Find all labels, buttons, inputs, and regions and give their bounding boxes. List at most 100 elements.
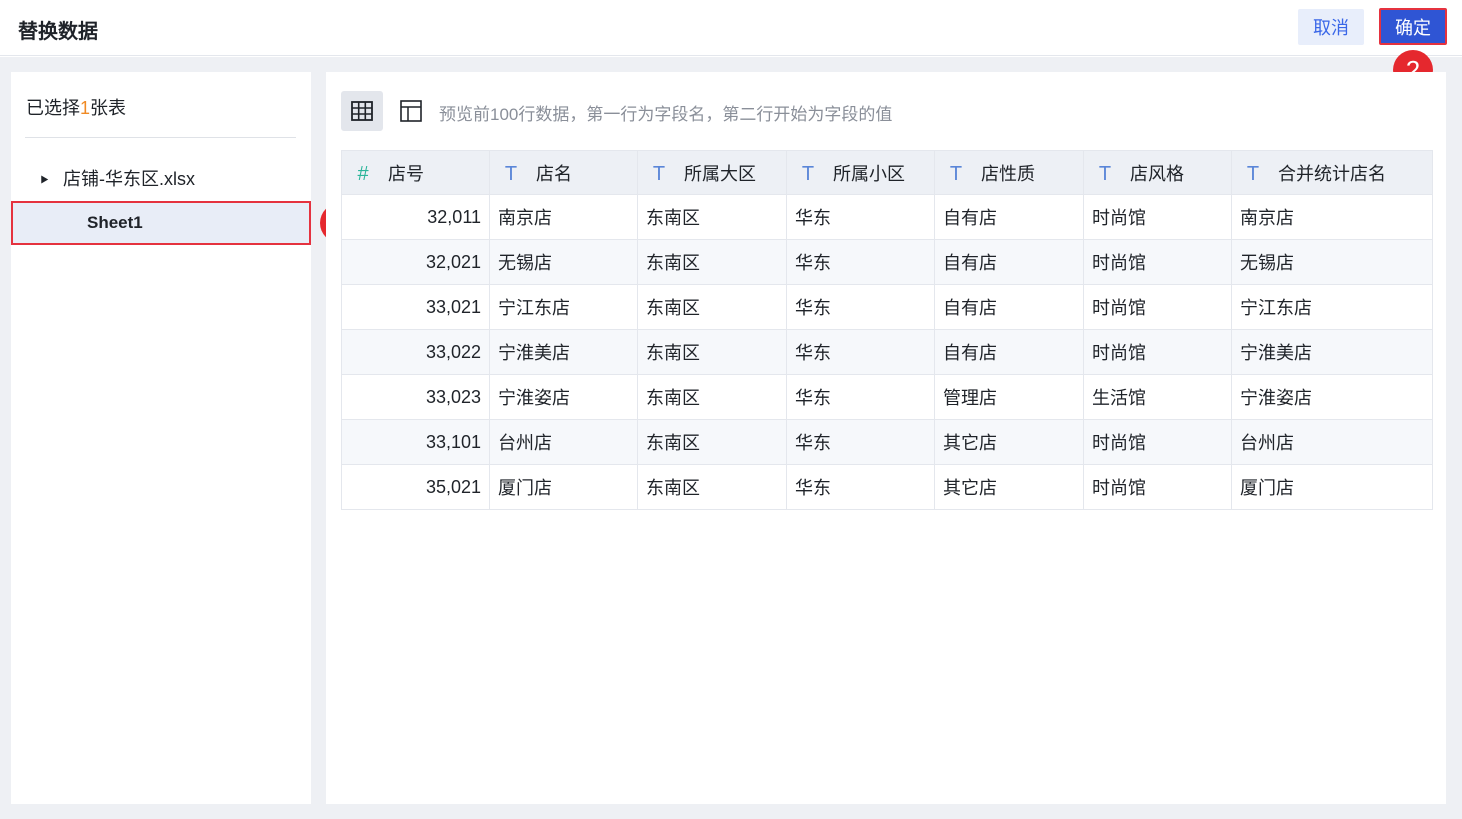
table-cell: 东南区 [637,239,787,285]
table-cell: 其它店 [934,464,1084,510]
column-header[interactable]: T 店风格 [1083,150,1232,195]
table-cell: 东南区 [637,284,787,330]
sheet-item-sheet1[interactable]: Sheet1 [11,201,311,245]
table-cell: 华东 [786,329,935,375]
column-header[interactable]: T 店性质 [934,150,1084,195]
text-type-icon: T [504,162,518,185]
column-header[interactable]: T 店名 [489,150,638,195]
table-cell: 宁淮姿店 [489,374,638,420]
layout-view-icon [400,100,422,122]
table-cell: 自有店 [934,329,1084,375]
table-cell: 时尚馆 [1083,194,1232,240]
table-cell: 华东 [786,464,935,510]
table-cell: 32,021 [341,239,490,285]
text-type-icon: T [949,162,963,185]
text-type-icon: T [1246,162,1260,185]
table-cell: 华东 [786,284,935,330]
table-row: 32,021 无锡店 东南区 华东 自有店 时尚馆 无锡店 [341,239,1433,285]
column-header[interactable]: T 所属小区 [786,150,935,195]
table-cell: 东南区 [637,464,787,510]
table-cell: 生活馆 [1083,374,1232,420]
divider [25,137,296,138]
number-type-icon: # [357,162,369,185]
selected-count-label: 已选择1张表 [26,94,126,120]
preview-table: # 店号 T 店名 T 所属大区 T 所属小区 T 店性质 T 店风格 T 合并统计店名 32,011 南京… [341,150,1433,510]
table-cell: 自有店 [934,194,1084,240]
table-cell: 东南区 [637,374,787,420]
table-cell: 东南区 [637,329,787,375]
table-cell: 33,023 [341,374,490,420]
column-header[interactable]: # 店号 [341,150,490,195]
table-cell: 厦门店 [1231,464,1433,510]
column-header-label: 店号 [388,163,424,184]
table-cell: 宁江东店 [1231,284,1433,330]
table-row: 33,023 宁淮姿店 东南区 华东 管理店 生活馆 宁淮姿店 [341,374,1433,420]
table-row: 35,021 厦门店 东南区 华东 其它店 时尚馆 厦门店 [341,464,1433,510]
table-cell: 台州店 [1231,419,1433,465]
preview-hint: 预览前100行数据，第一行为字段名，第二行开始为字段的值 [439,105,893,124]
preview-panel: 预览前100行数据，第一行为字段名，第二行开始为字段的值 # 店号 T 店名 T 所属大区… [326,72,1446,804]
table-cell: 33,021 [341,284,490,330]
table-row: 32,011 南京店 东南区 华东 自有店 时尚馆 南京店 [341,194,1433,240]
table-cell: 华东 [786,374,935,420]
tree-file-node[interactable]: 店铺-华东区.xlsx [37,165,195,191]
column-header-label: 店性质 [981,163,1035,184]
table-cell: 33,022 [341,329,490,375]
table-header-row: # 店号 T 店名 T 所属大区 T 所属小区 T 店性质 T 店风格 T 合并统计店名 [341,150,1433,195]
layout-view-button[interactable] [399,99,423,123]
table-cell: 33,101 [341,419,490,465]
table-cell: 宁淮美店 [489,329,638,375]
table-cell: 华东 [786,419,935,465]
table-cell: 无锡店 [1231,239,1433,285]
table-cell: 时尚馆 [1083,239,1232,285]
table-cell: 华东 [786,194,935,240]
dialog-title: 替换数据 [18,21,98,43]
table-cell: 东南区 [637,419,787,465]
table-cell: 管理店 [934,374,1084,420]
confirm-button[interactable]: 确定 [1379,8,1447,45]
column-header[interactable]: T 所属大区 [637,150,787,195]
table-body: 32,011 南京店 东南区 华东 自有店 时尚馆 南京店 32,021 无锡店 东南区 华东 自有店… [341,194,1433,510]
text-type-icon: T [652,162,666,185]
expand-caret-icon[interactable] [37,172,49,184]
table-cell: 宁江东店 [489,284,638,330]
grid-view-icon [351,101,373,121]
table-cell: 时尚馆 [1083,284,1232,330]
column-header-label: 所属小区 [833,163,905,184]
table-cell: 无锡店 [489,239,638,285]
table-cell: 35,021 [341,464,490,510]
column-header-label: 合并统计店名 [1278,163,1386,184]
table-row: 33,022 宁淮美店 东南区 华东 自有店 时尚馆 宁淮美店 [341,329,1433,375]
selected-prefix: 已选择 [26,98,80,118]
table-row: 33,021 宁江东店 东南区 华东 自有店 时尚馆 宁江东店 [341,284,1433,330]
table-cell: 时尚馆 [1083,419,1232,465]
table-cell: 32,011 [341,194,490,240]
table-cell: 宁淮美店 [1231,329,1433,375]
table-cell: 南京店 [1231,194,1433,240]
table-cell: 自有店 [934,284,1084,330]
table-cell: 台州店 [489,419,638,465]
table-row: 33,101 台州店 东南区 华东 其它店 时尚馆 台州店 [341,419,1433,465]
text-type-icon: T [801,162,815,185]
column-header[interactable]: T 合并统计店名 [1231,150,1433,195]
selected-suffix: 张表 [90,98,127,118]
table-cell: 华东 [786,239,935,285]
text-type-icon: T [1098,162,1112,185]
sheet-selector-panel: 已选择1张表 店铺-华东区.xlsx Sheet1 [11,72,311,804]
table-cell: 南京店 [489,194,638,240]
table-cell: 时尚馆 [1083,329,1232,375]
file-name: 店铺-华东区.xlsx [63,169,195,189]
table-cell: 其它店 [934,419,1084,465]
table-cell: 厦门店 [489,464,638,510]
column-header-label: 店名 [536,163,572,184]
dialog-header: 替换数据 取消 确定 [0,0,1462,56]
table-cell: 宁淮姿店 [1231,374,1433,420]
table-cell: 东南区 [637,194,787,240]
sheet-name: Sheet1 [87,213,143,232]
column-header-label: 店风格 [1130,163,1184,184]
column-header-label: 所属大区 [684,163,756,184]
cancel-button[interactable]: 取消 [1298,9,1364,45]
table-cell: 时尚馆 [1083,464,1232,510]
selected-count: 1 [80,98,91,118]
grid-view-button[interactable] [341,91,383,131]
